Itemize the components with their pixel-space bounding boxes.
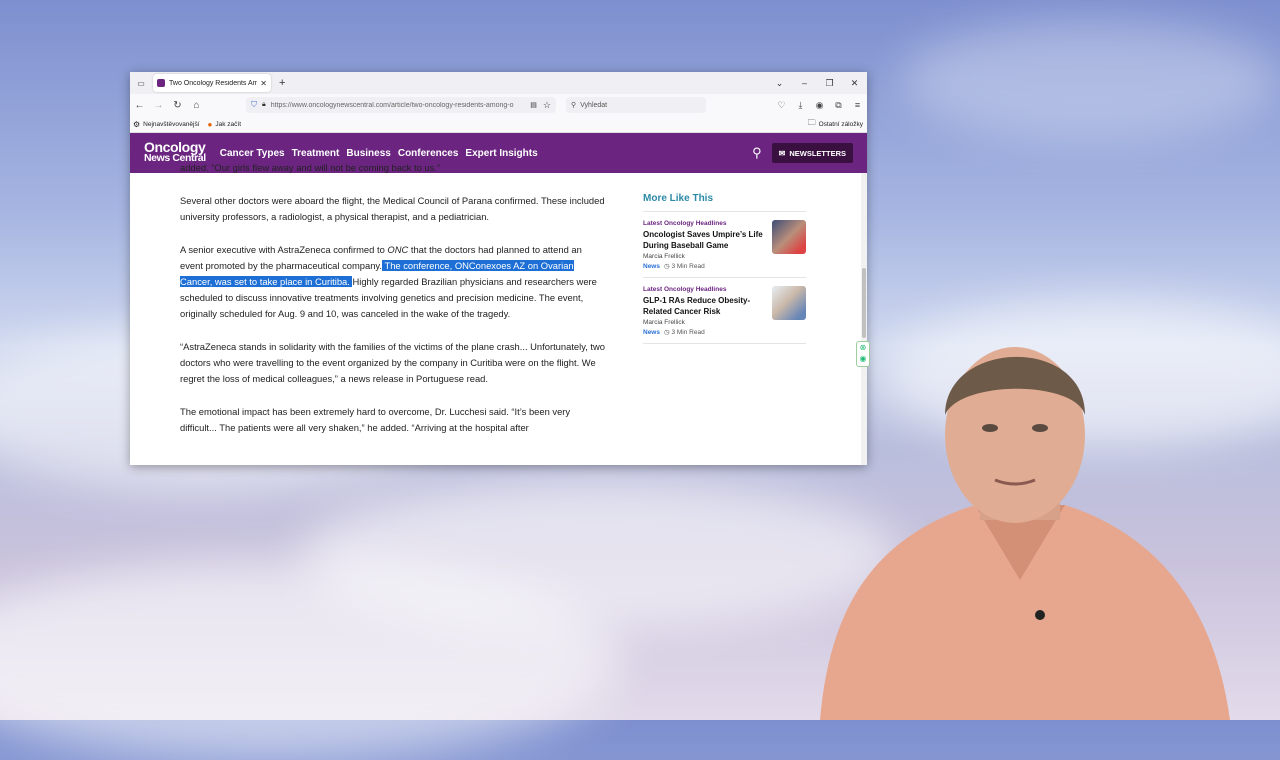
downloads-icon[interactable]: ⤓ (791, 100, 810, 111)
other-bookmarks[interactable]: 🗀︎ Ostatní záložky (808, 116, 863, 132)
site-search-icon[interactable]: ⚲ (752, 145, 762, 161)
related-thumbnail[interactable] (772, 286, 806, 320)
other-bookmarks-label: Ostatní záložky (818, 120, 863, 128)
search-icon: ⚲ (571, 102, 577, 109)
article-paragraph: “AstraZeneca stands in solidarity with t… (180, 341, 606, 384)
bookmarks-bar: ⚙ Nejnavštěvovanější ● Jak začít 🗀︎ Ostatní… (130, 116, 867, 133)
reload-icon[interactable]: ↻ (168, 100, 187, 111)
related-thumbnail[interactable] (772, 220, 806, 254)
home-icon[interactable]: ⌂ (187, 100, 206, 111)
nav-expert-insights[interactable]: Expert Insights (465, 148, 537, 159)
related-author: Marcia Frellick (643, 319, 685, 326)
folder-icon: 🗀︎ (807, 118, 816, 127)
search-placeholder: Vyhledat (580, 101, 608, 109)
clock-icon: ◷ (663, 263, 670, 270)
article-body: added. “Our girls flew away and will not… (180, 162, 606, 453)
related-article[interactable]: Latest Oncology Headlines Oncologist Sav… (643, 212, 806, 278)
gear-icon: ⚙ (133, 119, 141, 129)
text-run: A senior executive with AstraZeneca conf… (180, 244, 388, 255)
nav-conferences[interactable]: Conferences (398, 148, 459, 159)
related-author: Marcia Frellick (643, 253, 685, 260)
read-time: 3 Min Read (671, 329, 705, 336)
tab-active[interactable]: Two Oncology Residents Among ✕ (153, 74, 271, 92)
url-bar[interactable]: ⛉ 🔒︎ https://www.oncologynewscentral.com… (246, 97, 556, 113)
chevron-down-icon[interactable]: ⌄ (767, 78, 792, 89)
bookmark-label: Jak začít (215, 120, 242, 128)
newsletters-button[interactable]: ✉ NEWSLETTERS (771, 143, 853, 163)
related-meta: News ◷ 3 Min Read (643, 328, 768, 336)
site-favicon-icon (157, 79, 165, 87)
browser-window: ▭ Two Oncology Residents Among ✕ + ⌄ – ❐… (130, 72, 867, 465)
bookmark-most-visited[interactable]: ⚙ Nejnavštěvovanější (133, 120, 200, 129)
more-like-this: More Like This Latest Oncology Headlines… (643, 193, 806, 344)
nav-business[interactable]: Business (346, 148, 390, 159)
reader-view-icon[interactable]: ▤ (530, 101, 537, 109)
bookmark-label: Nejnavštěvovanější (143, 120, 200, 128)
clock-icon: ◷ (663, 329, 670, 336)
lock-icon[interactable]: 🔒︎ (262, 101, 266, 109)
sidebar-title: More Like This (643, 193, 806, 212)
firefox-icon: ● (207, 119, 213, 129)
nav-treatment[interactable]: Treatment (292, 148, 340, 159)
related-kicker[interactable]: Latest Oncology Headlines (643, 220, 768, 227)
menu-icon[interactable]: ≡ (848, 100, 867, 111)
back-icon[interactable]: ← (130, 100, 149, 111)
related-article[interactable]: Latest Oncology Headlines GLP-1 RAs Redu… (643, 278, 806, 344)
new-tab-icon[interactable]: + (279, 77, 285, 89)
article-paragraph: Several other doctors were aboard the fl… (180, 195, 605, 222)
shield-icon[interactable]: ⛉ (251, 100, 257, 110)
page-viewport: Oncology News Central Cancer Types Treat… (130, 133, 867, 465)
article-paragraph: A senior executive with AstraZeneca conf… (180, 242, 605, 322)
presenter-video (820, 347, 1230, 720)
newsletters-label: NEWSLETTERS (789, 148, 846, 158)
pocket-icon[interactable]: ♡ (772, 100, 791, 111)
related-meta: News ◷ 3 Min Read (643, 262, 768, 270)
related-headline[interactable]: GLP-1 RAs Reduce Obesity-Related Cancer … (643, 295, 768, 317)
envelope-icon: ✉ (778, 148, 786, 158)
window-controls: ⌄ – ❐ ✕ (767, 72, 867, 94)
restore-icon[interactable]: ❐ (817, 78, 842, 89)
article-paragraph: added. “Our girls flew away and will not… (180, 162, 441, 173)
related-tag[interactable]: News (643, 263, 660, 270)
url-text[interactable]: https://www.oncologynewscentral.com/arti… (271, 102, 527, 109)
tab-bar: ▭ Two Oncology Residents Among ✕ + ⌄ – ❐… (130, 72, 867, 94)
nav-links: Cancer Types Treatment Business Conferen… (220, 148, 545, 159)
minimize-icon[interactable]: – (792, 78, 817, 88)
extensions-icon[interactable]: ⧉ (829, 100, 848, 111)
bookmark-getting-started[interactable]: ● Jak začít (208, 120, 242, 129)
close-window-icon[interactable]: ✕ (842, 78, 867, 89)
nav-cancer-types[interactable]: Cancer Types (220, 148, 285, 159)
tab-title: Two Oncology Residents Among (169, 79, 258, 87)
tab-list-icon[interactable]: ▭ (133, 75, 149, 91)
bookmark-star-icon[interactable]: ☆ (543, 100, 551, 111)
search-bar[interactable]: ⚲ Vyhledat (566, 97, 706, 113)
nav-toolbar: ← → ↻ ⌂ ⛉ 🔒︎ https://www.oncologynewscen… (130, 94, 867, 116)
related-kicker[interactable]: Latest Oncology Headlines (643, 286, 768, 293)
close-tab-icon[interactable]: ✕ (260, 79, 267, 88)
text-run-italic: ONC (387, 244, 409, 255)
account-icon[interactable]: ◉ (810, 100, 829, 111)
related-tag[interactable]: News (643, 329, 660, 336)
article-paragraph: The emotional impact has been extremely … (180, 406, 571, 433)
forward-icon[interactable]: → (149, 100, 168, 111)
toolbar-right: ♡ ⤓ ◉ ⧉ ≡ (772, 100, 867, 111)
related-headline[interactable]: Oncologist Saves Umpire’s Life During Ba… (643, 229, 768, 251)
read-time: 3 Min Read (671, 263, 705, 270)
